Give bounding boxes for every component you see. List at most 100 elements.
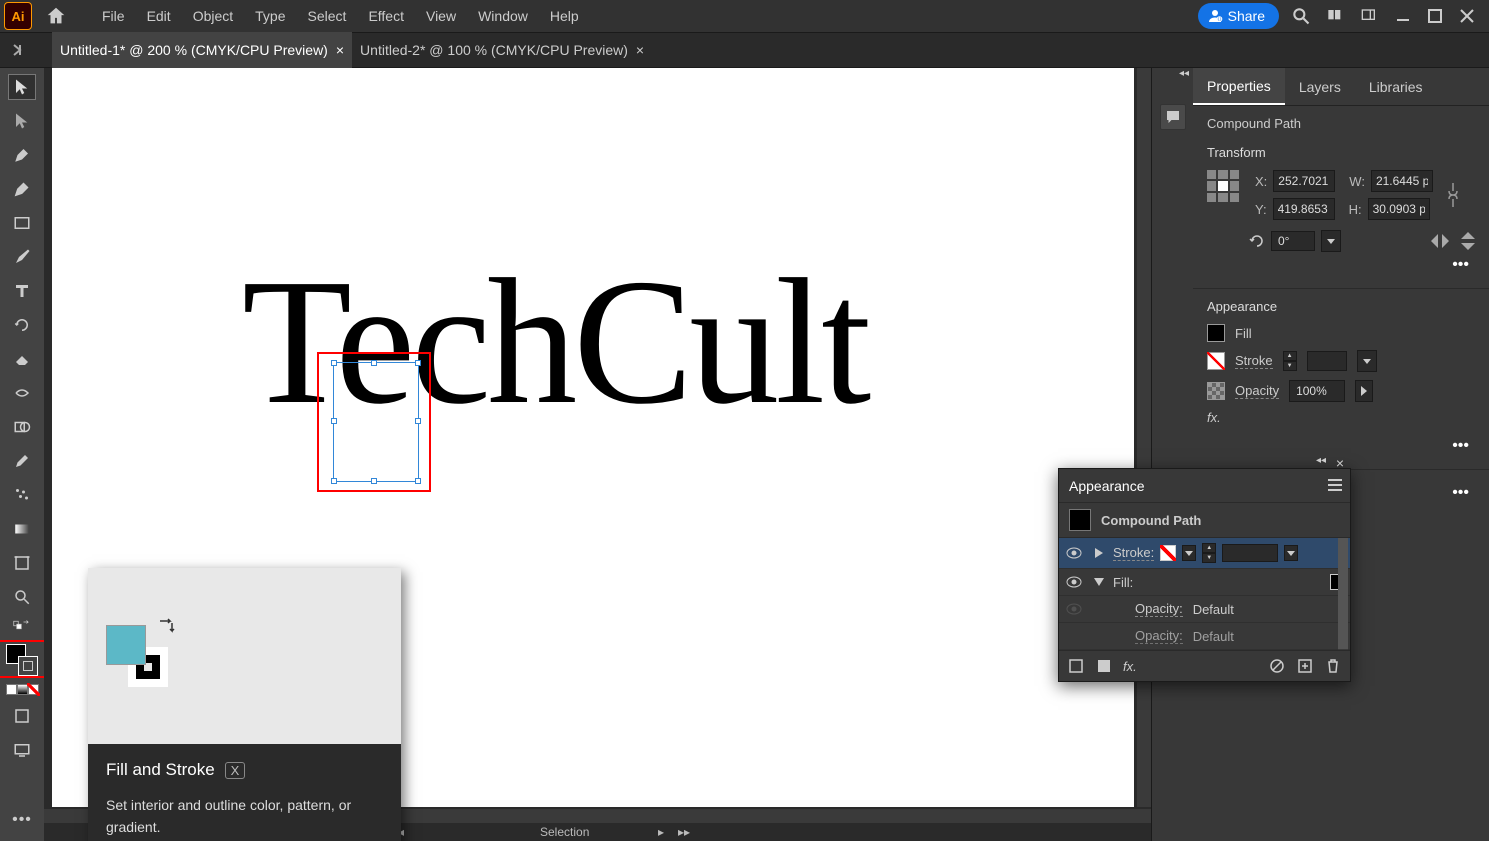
width-tool[interactable] bbox=[8, 380, 36, 406]
gradient-tool[interactable] bbox=[8, 516, 36, 542]
ap-stroke-swatch-dropdown[interactable] bbox=[1182, 545, 1196, 561]
doctab-close-icon[interactable]: × bbox=[336, 42, 344, 58]
panel-collapse-icon[interactable]: ◂◂ bbox=[1316, 455, 1326, 466]
color-mode-none[interactable] bbox=[28, 684, 39, 695]
menu-view[interactable]: View bbox=[426, 8, 456, 24]
maximize-icon[interactable] bbox=[1423, 4, 1447, 28]
ap-opacity-row-2[interactable]: Opacity: Default bbox=[1059, 623, 1350, 650]
menu-object[interactable]: Object bbox=[193, 8, 233, 24]
rotate-tool[interactable] bbox=[8, 312, 36, 338]
rotate-input[interactable] bbox=[1271, 231, 1315, 251]
opacity-prop-label[interactable]: Opacity bbox=[1235, 383, 1279, 399]
menu-type[interactable]: Type bbox=[255, 8, 285, 24]
pen-tool[interactable] bbox=[8, 142, 36, 168]
ap-duplicate-icon[interactable] bbox=[1296, 657, 1314, 675]
ap-opacity-label-1[interactable]: Opacity: bbox=[1135, 601, 1183, 617]
stroke-weight-stepper[interactable]: ▲▼ bbox=[1283, 351, 1297, 371]
eyedropper-tool[interactable] bbox=[8, 448, 36, 474]
artboard-tool[interactable] bbox=[8, 550, 36, 576]
tab-properties[interactable]: Properties bbox=[1193, 68, 1285, 105]
constrain-proportions-icon[interactable] bbox=[1445, 181, 1461, 209]
ap-clear-icon[interactable] bbox=[1268, 657, 1286, 675]
zoom-tool[interactable] bbox=[8, 584, 36, 610]
screen-mode[interactable] bbox=[8, 737, 36, 763]
stroke-weight-dropdown[interactable] bbox=[1357, 350, 1377, 372]
doctab-close-icon[interactable]: × bbox=[636, 42, 644, 58]
collapse-indicator-icon[interactable]: ◂◂ bbox=[1179, 68, 1189, 79]
eraser-tool[interactable] bbox=[8, 346, 36, 372]
curvature-tool[interactable] bbox=[8, 176, 36, 202]
x-input[interactable] bbox=[1273, 170, 1335, 192]
expand-icon[interactable] bbox=[1091, 548, 1107, 558]
expand-toolbar-icon[interactable] bbox=[10, 43, 24, 57]
menu-select[interactable]: Select bbox=[308, 8, 347, 24]
ap-fill-row[interactable]: Fill: bbox=[1059, 569, 1350, 596]
nav-next-icon[interactable]: ▸ bbox=[658, 825, 664, 839]
scrollbar-vertical[interactable] bbox=[1137, 68, 1151, 807]
draw-mode-normal[interactable] bbox=[8, 703, 36, 729]
ap-stroke-swatch[interactable] bbox=[1160, 545, 1176, 561]
rectangle-tool[interactable] bbox=[8, 210, 36, 236]
menu-effect[interactable]: Effect bbox=[368, 8, 404, 24]
panel-menu-icon[interactable] bbox=[1328, 479, 1342, 491]
ap-new-stroke-icon[interactable] bbox=[1067, 657, 1085, 675]
align-more-icon[interactable]: ••• bbox=[1446, 480, 1475, 506]
flip-h-icon[interactable] bbox=[1431, 234, 1449, 248]
ap-opacity-label-2[interactable]: Opacity: bbox=[1135, 628, 1183, 644]
nav-last-icon[interactable]: ▸▸ bbox=[678, 825, 690, 839]
ap-opacity-row[interactable]: Opacity: Default bbox=[1059, 596, 1350, 623]
opacity-swatch[interactable] bbox=[1207, 382, 1225, 400]
ap-stroke-weight-dropdown[interactable] bbox=[1284, 545, 1298, 561]
share-button[interactable]: Share bbox=[1198, 3, 1279, 29]
minimize-icon[interactable] bbox=[1391, 4, 1415, 28]
w-input[interactable] bbox=[1371, 170, 1433, 192]
h-input[interactable] bbox=[1368, 198, 1430, 220]
stroke-swatch[interactable] bbox=[18, 656, 38, 676]
opacity-input[interactable] bbox=[1289, 380, 1345, 402]
symbol-sprayer-tool[interactable] bbox=[8, 482, 36, 508]
menu-window[interactable]: Window bbox=[478, 8, 528, 24]
flip-v-icon[interactable] bbox=[1461, 232, 1475, 250]
swap-fill-stroke-icon[interactable] bbox=[8, 618, 36, 632]
direct-selection-tool[interactable] bbox=[8, 108, 36, 134]
arrange-docs-icon[interactable] bbox=[1323, 4, 1347, 28]
type-tool[interactable] bbox=[8, 278, 36, 304]
collapse-icon[interactable] bbox=[1091, 578, 1107, 586]
edit-toolbar[interactable]: ••• bbox=[8, 807, 36, 833]
opacity-dropdown[interactable] bbox=[1355, 380, 1373, 402]
shape-builder-tool[interactable] bbox=[8, 414, 36, 440]
visibility-toggle-icon[interactable] bbox=[1063, 547, 1085, 559]
fill-swatch-button[interactable] bbox=[1207, 324, 1225, 342]
ap-stroke-row[interactable]: Stroke: ▲▼ bbox=[1059, 538, 1350, 569]
menu-edit[interactable]: Edit bbox=[147, 8, 171, 24]
reference-point-selector[interactable] bbox=[1207, 170, 1239, 202]
selection-tool[interactable] bbox=[8, 74, 36, 100]
ap-stroke-weight[interactable] bbox=[1222, 544, 1278, 562]
document-tab-1[interactable]: Untitled-1* @ 200 % (CMYK/CPU Preview) × bbox=[52, 32, 352, 68]
ap-fx-button[interactable]: fx. bbox=[1123, 659, 1137, 674]
workspace-icon[interactable] bbox=[1357, 4, 1381, 28]
ap-stroke-stepper[interactable]: ▲▼ bbox=[1202, 543, 1216, 563]
document-tab-2[interactable]: Untitled-2* @ 100 % (CMYK/CPU Preview) × bbox=[352, 32, 652, 68]
home-icon[interactable] bbox=[38, 0, 74, 32]
ap-delete-icon[interactable] bbox=[1324, 657, 1342, 675]
stroke-swatch-button[interactable] bbox=[1207, 352, 1225, 370]
ap-new-fill-icon[interactable] bbox=[1095, 657, 1113, 675]
ap-fill-label[interactable]: Fill: bbox=[1113, 575, 1133, 590]
tab-libraries[interactable]: Libraries bbox=[1355, 68, 1437, 105]
menu-help[interactable]: Help bbox=[550, 8, 579, 24]
stroke-weight-input[interactable] bbox=[1307, 351, 1347, 371]
fill-stroke-control[interactable] bbox=[6, 644, 38, 676]
visibility-toggle-icon[interactable] bbox=[1063, 603, 1085, 615]
color-mode-color[interactable] bbox=[6, 684, 17, 695]
fx-button[interactable]: fx. bbox=[1207, 410, 1221, 425]
app-logo[interactable]: Ai bbox=[4, 2, 32, 30]
rotate-dropdown[interactable] bbox=[1321, 230, 1341, 252]
visibility-toggle-icon[interactable] bbox=[1063, 576, 1085, 588]
search-icon[interactable] bbox=[1289, 4, 1313, 28]
ap-stroke-label[interactable]: Stroke: bbox=[1113, 545, 1154, 561]
paintbrush-tool[interactable] bbox=[8, 244, 36, 270]
comments-panel-icon[interactable] bbox=[1160, 104, 1186, 130]
y-input[interactable] bbox=[1273, 198, 1335, 220]
tab-layers[interactable]: Layers bbox=[1285, 68, 1355, 105]
